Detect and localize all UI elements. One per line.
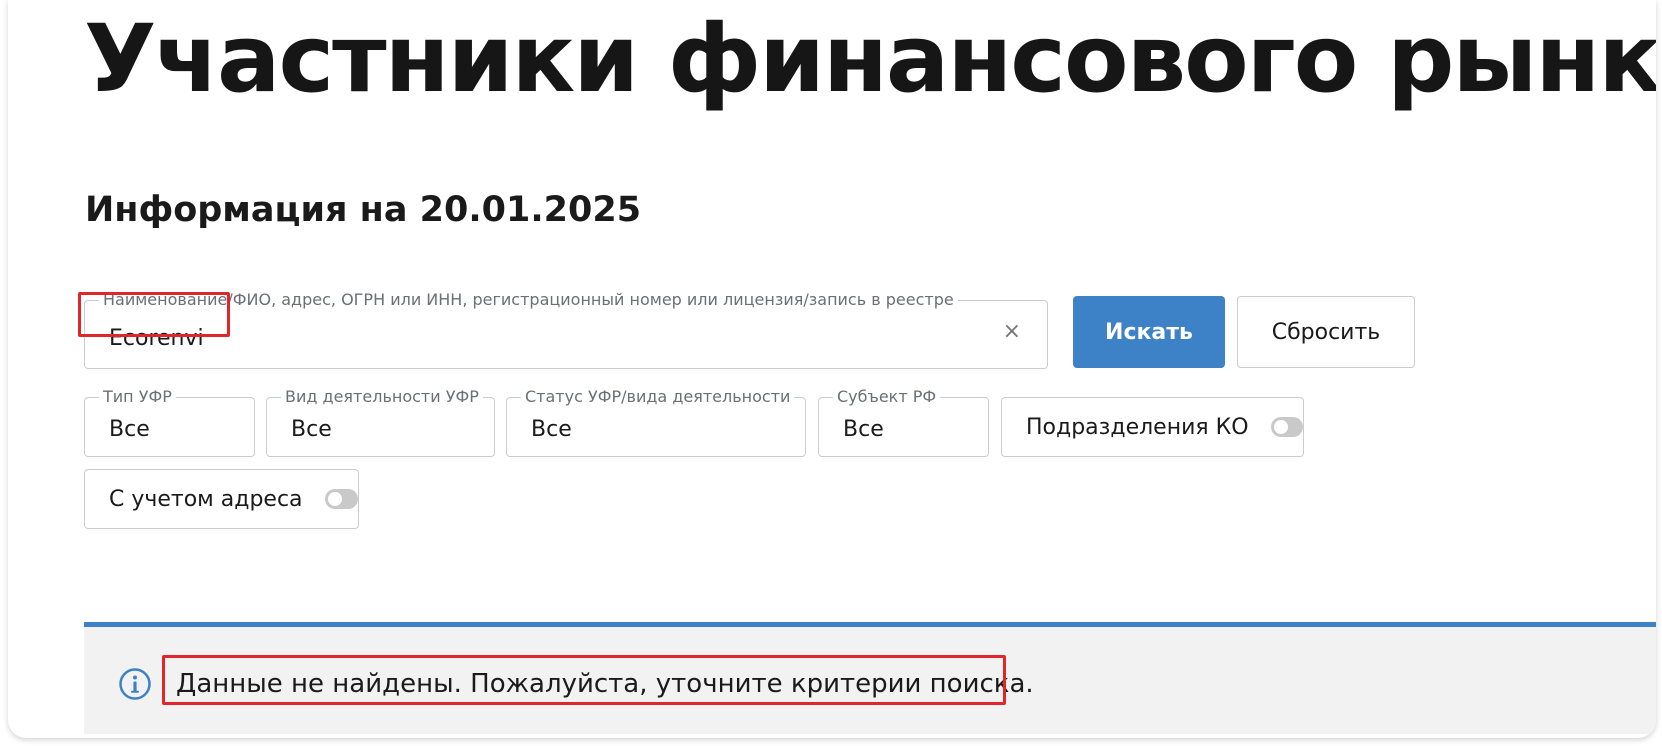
filter-value: Все [109, 417, 150, 442]
with-address-label: С учетом адреса [109, 486, 303, 512]
filter-ufr-type[interactable]: Тип УФР Все [84, 387, 255, 457]
info-date-heading: Информация на 20.01.2025 [85, 190, 642, 230]
search-field[interactable]: Наименование/ФИО, адрес, ОГРН или ИНН, р… [84, 290, 1048, 369]
search-button[interactable]: Искать [1073, 296, 1225, 368]
ko-divisions-toggle[interactable]: Подразделения КО [1001, 397, 1304, 457]
filter-ufr-activity[interactable]: Вид деятельности УФР Все [266, 387, 495, 457]
filter-ufr-status[interactable]: Статус УФР/вида деятельности Все [506, 387, 806, 457]
filter-label: Тип УФР [99, 387, 176, 407]
no-results-alert: Данные не найдены. Пожалуйста, уточните … [84, 622, 1656, 734]
info-icon [119, 668, 151, 700]
main-card: Участники финансового рынка Информация н… [8, 0, 1656, 738]
with-address-toggle[interactable]: С учетом адреса [84, 469, 359, 529]
filter-value: Все [291, 417, 332, 442]
filter-value: Все [843, 417, 884, 442]
filter-value: Все [531, 417, 572, 442]
ko-divisions-label: Подразделения КО [1026, 414, 1249, 440]
page-title: Участники финансового рынка [84, 5, 1656, 114]
filter-region[interactable]: Субъект РФ Все [818, 387, 989, 457]
filter-label: Статус УФР/вида деятельности [521, 387, 795, 407]
search-input[interactable]: Ecorenvi [109, 326, 204, 351]
reset-button[interactable]: Сбросить [1237, 296, 1415, 368]
with-address-switch[interactable] [324, 489, 358, 509]
ko-divisions-switch[interactable] [1270, 417, 1303, 437]
search-field-label: Наименование/ФИО, адрес, ОГРН или ИНН, р… [99, 290, 958, 310]
clear-icon[interactable]: × [1003, 321, 1021, 343]
filter-label: Вид деятельности УФР [281, 387, 483, 407]
alert-message: Данные не найдены. Пожалуйста, уточните … [176, 669, 1034, 699]
filter-label: Субъект РФ [833, 387, 941, 407]
